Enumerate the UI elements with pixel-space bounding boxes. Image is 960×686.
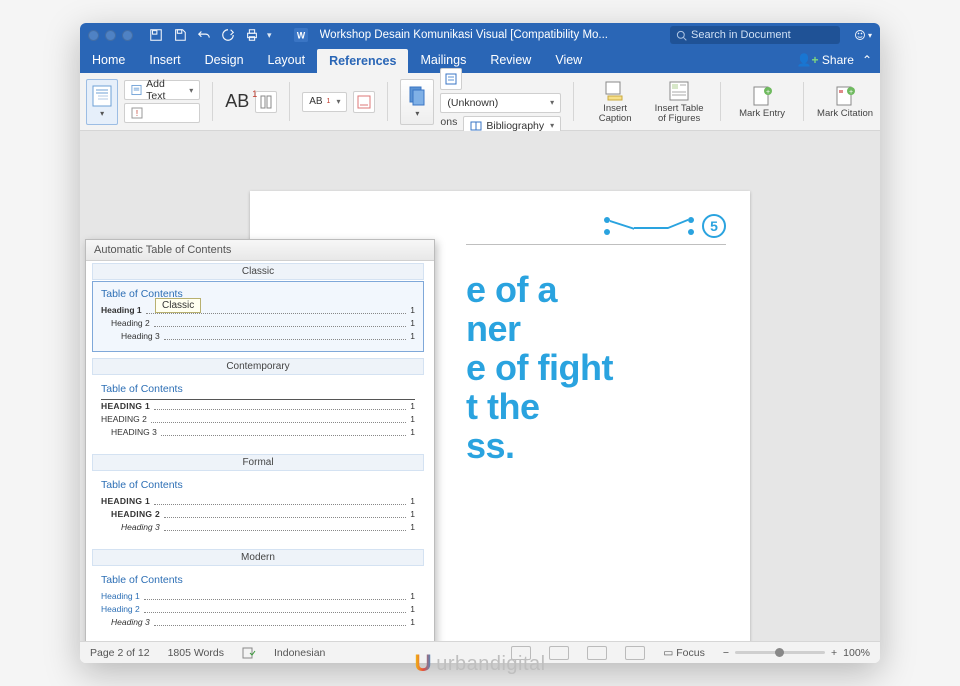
zoom-window[interactable] [122,30,133,41]
tab-home[interactable]: Home [80,47,137,73]
feedback-icon[interactable]: ▾ [854,26,872,44]
add-text-button[interactable]: Add Text [124,80,200,100]
zoom-in[interactable]: + [831,647,837,659]
toc-style-contemporary[interactable]: Table of ContentsHEADING 11HEADING 21HEA… [92,376,424,448]
page-indicator[interactable]: Page 2 of 12 [90,647,150,659]
zoom-out[interactable]: − [723,647,729,659]
tooltip: Classic [155,298,201,313]
toc-icon [92,85,112,107]
footnote-next-button[interactable] [255,91,277,113]
redo-icon[interactable] [219,26,237,44]
search-icon [676,30,687,41]
mark-entry-icon: + [751,85,773,107]
zoom-control[interactable]: − + 100% [723,647,870,659]
zoom-value[interactable]: 100% [843,647,870,659]
insert-citation-button[interactable] [400,79,434,125]
window-controls [88,30,133,41]
page-number-badge: 5 [702,214,726,238]
toc-style-header: Classic [92,263,424,280]
undo-icon[interactable] [195,26,213,44]
caption-icon [604,80,626,102]
save-icon[interactable] [171,26,189,44]
app-window: ▾ W Workshop Desain Komunikasi Visual [C… [80,23,880,663]
document-title: Workshop Desain Komunikasi Visual [Compa… [320,29,608,41]
endnote-icon [357,95,371,109]
insert-endnote-button[interactable] [353,91,375,113]
spellcheck-icon[interactable] [242,647,256,659]
svg-text:W: W [296,31,305,41]
toc-button[interactable] [86,79,118,125]
svg-text:+: + [849,89,853,96]
print-icon[interactable] [243,26,261,44]
citation-style-field[interactable]: (Unknown) [440,93,561,113]
toc-gallery-list[interactable]: ClassicTable of ContentsHeading 11Headin… [86,261,434,641]
tab-insert[interactable]: Insert [137,47,192,73]
collapse-ribbon[interactable]: ⌃ [862,53,872,67]
minimize-window[interactable] [105,30,116,41]
bibliography-icon [470,120,482,132]
view-print[interactable] [549,646,569,660]
qat-customize[interactable]: ▾ [267,30,272,41]
citations-pane-icon [444,72,458,86]
insert-footnote-button[interactable]: AB1 [225,91,249,112]
toc-style-classic[interactable]: Table of ContentsHeading 11Heading 21Hea… [92,281,424,352]
autosave-icon[interactable] [147,26,165,44]
footnote-next-icon [259,95,273,109]
document-area[interactable]: 5 e of a ner e of fight t the ss. Automa… [80,131,880,641]
toc-gallery-title: Automatic Table of Contents [86,240,434,261]
mark-citation-icon: + [834,85,856,107]
body-text: e of a ner e of fight t the ss. [466,271,726,465]
insert-caption-button[interactable]: Insert Caption [586,80,644,124]
word-doc-icon: W [294,28,308,42]
svg-text:!: ! [136,109,138,118]
watermark: Uurbandigital [414,650,545,678]
view-outline[interactable] [625,646,645,660]
tab-design[interactable]: Design [193,47,256,73]
update-icon: ! [131,107,143,119]
connector-graphic [604,216,694,236]
tab-layout[interactable]: Layout [256,47,318,73]
toc-style-header: Formal [92,454,424,471]
view-web[interactable] [587,646,607,660]
update-toc-button[interactable]: ! [124,103,200,123]
language-indicator[interactable]: Indonesian [274,647,325,659]
ribbon: Add Text ! AB1 AB1 (Unknown) ons Bibliog… [80,73,880,131]
mark-entry-button[interactable]: + Mark Entry [733,85,791,119]
zoom-slider[interactable] [735,651,825,654]
tof-icon [668,80,690,102]
mark-citation-button[interactable]: + Mark Citation [816,85,874,119]
toc-style-header: Modern [92,549,424,566]
search-box[interactable]: Search in Document [670,26,840,44]
close-window[interactable] [88,30,99,41]
toc-style-modern[interactable]: Table of ContentsHeading 11Heading 21Hea… [92,567,424,638]
footnote-style[interactable]: AB1 [302,92,347,112]
focus-mode[interactable]: ▭ Focus [663,647,704,659]
tab-references[interactable]: References [317,49,408,73]
page-header: 5 [466,211,726,245]
word-count[interactable]: 1805 Words [168,647,224,659]
citations-pane-button[interactable] [440,68,462,90]
svg-text:+: + [766,89,770,96]
toc-style-formal[interactable]: Table of ContentsHEADING 11HEADING 21Hea… [92,472,424,543]
citation-icon [407,85,427,107]
insert-tof-button[interactable]: Insert Table of Figures [650,80,708,124]
search-placeholder: Search in Document [691,29,791,41]
add-text-icon [131,84,142,96]
toc-style-header: Contemporary [92,358,424,375]
toc-gallery: Automatic Table of Contents ClassicTable… [85,239,435,641]
share-button[interactable]: 👤+ Share [797,53,854,67]
title-bar: ▾ W Workshop Desain Komunikasi Visual [C… [80,23,880,47]
